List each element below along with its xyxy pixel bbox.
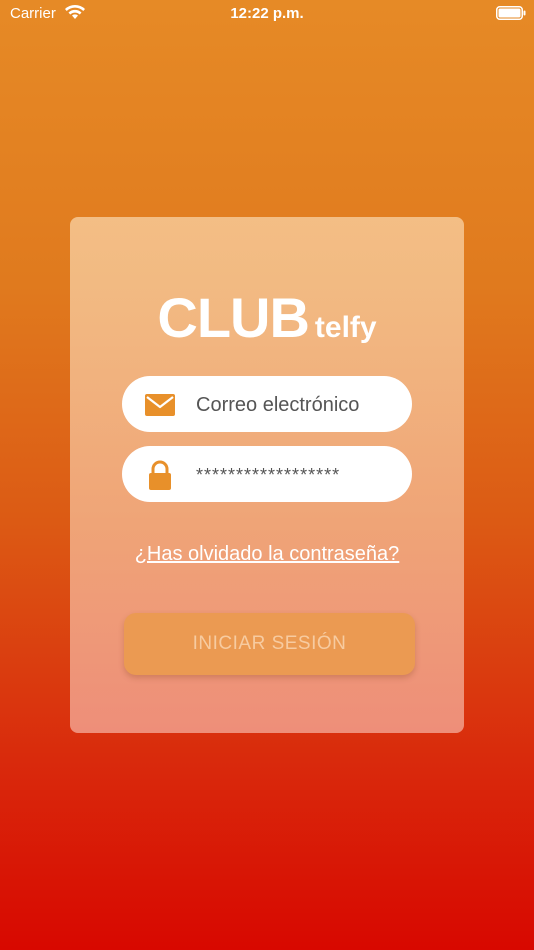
password-value: ****************** <box>196 465 341 485</box>
logo-sub-text: telfy <box>314 311 377 344</box>
clock: 12:22 p.m. <box>230 5 304 22</box>
club-telfy-logo: CLUB telfy <box>70 285 464 350</box>
login-button[interactable]: INICIAR SESIÓN <box>124 613 415 675</box>
mail-icon <box>145 394 175 416</box>
logo-main-text: CLUB <box>157 286 310 349</box>
battery-icon <box>496 6 526 20</box>
password-field[interactable]: ****************** <box>122 446 412 502</box>
email-field[interactable]: Correo electrónico <box>122 376 412 432</box>
status-bar: Carrier 12:22 p.m. <box>0 0 534 28</box>
email-placeholder: Correo electrónico <box>196 394 360 416</box>
login-card: CLUB telfy Correo electrónico ***********… <box>70 217 464 733</box>
lock-icon <box>149 460 171 490</box>
forgot-password-link[interactable]: ¿Has olvidado la contraseña? <box>70 543 464 566</box>
